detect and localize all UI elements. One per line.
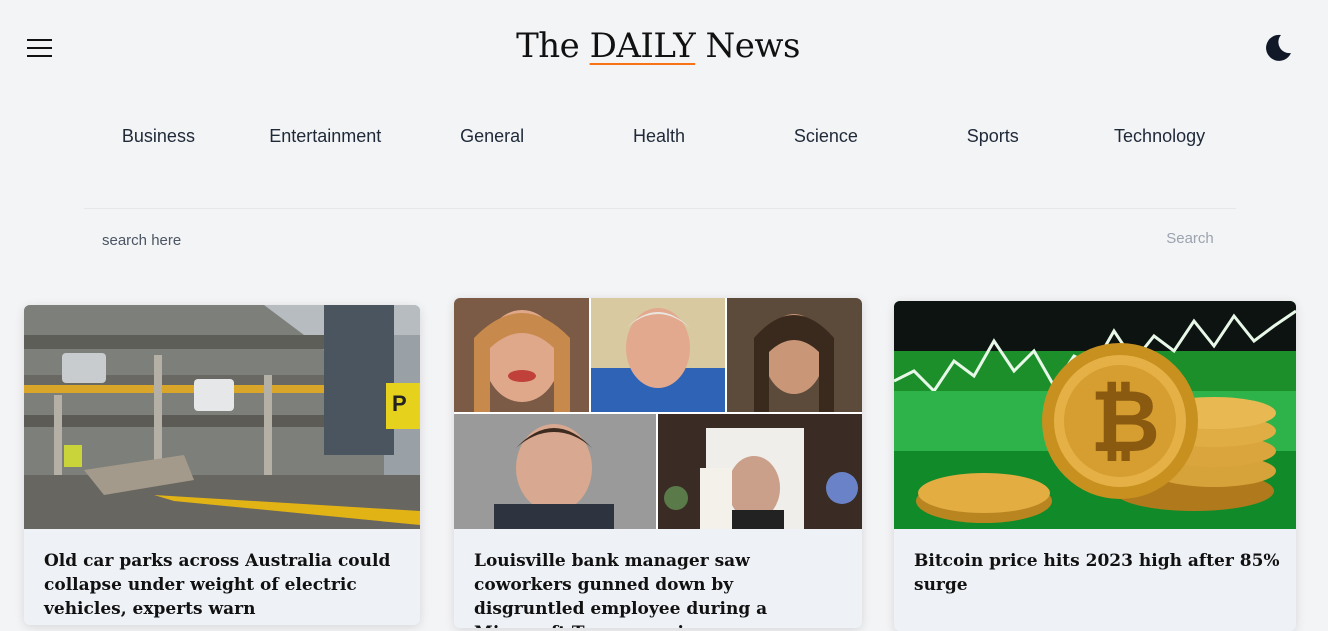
moon-icon[interactable] — [1262, 32, 1294, 64]
article-title[interactable]: Bitcoin price hits 2023 high after 85% s… — [914, 549, 1284, 597]
nav-item-technology[interactable]: Technology — [1076, 126, 1243, 154]
search-bar: Search — [84, 208, 1236, 269]
bitcoin-coins-photo: ₿ — [894, 301, 1296, 529]
nav-item-health[interactable]: Health — [576, 126, 743, 154]
brand-suffix: News — [695, 26, 800, 66]
search-button[interactable]: Search — [1148, 226, 1232, 250]
nav-item-business[interactable]: Business — [75, 126, 242, 154]
site-header: The DAILY News — [0, 0, 1328, 96]
article-title[interactable]: Old car parks across Australia could col… — [44, 549, 404, 621]
victims-collage-photo — [454, 298, 862, 529]
article-title[interactable]: Louisville bank manager saw coworkers gu… — [474, 549, 844, 628]
article-card[interactable]: Louisville bank manager saw coworkers gu… — [454, 298, 862, 628]
nav-item-entertainment[interactable]: Entertainment — [242, 126, 409, 154]
brand-prefix: The — [516, 26, 590, 66]
nav-item-sports[interactable]: Sports — [909, 126, 1076, 154]
nav-item-general[interactable]: General — [409, 126, 576, 154]
brand-accent: DAILY — [589, 26, 696, 66]
svg-text:₿: ₿ — [1090, 372, 1160, 472]
nav-item-science[interactable]: Science — [742, 126, 909, 154]
parking-garage-photo: P — [24, 305, 420, 529]
category-nav: Business Entertainment General Health Sc… — [75, 126, 1243, 154]
svg-text:P: P — [392, 391, 407, 416]
search-input[interactable] — [84, 223, 1144, 257]
site-logo[interactable]: The DAILY News — [0, 26, 1316, 66]
article-card[interactable]: ₿ Bitcoin price hits 2023 high after 85%… — [894, 301, 1296, 631]
article-card[interactable]: P Old car parks across Australia could c… — [24, 305, 420, 625]
